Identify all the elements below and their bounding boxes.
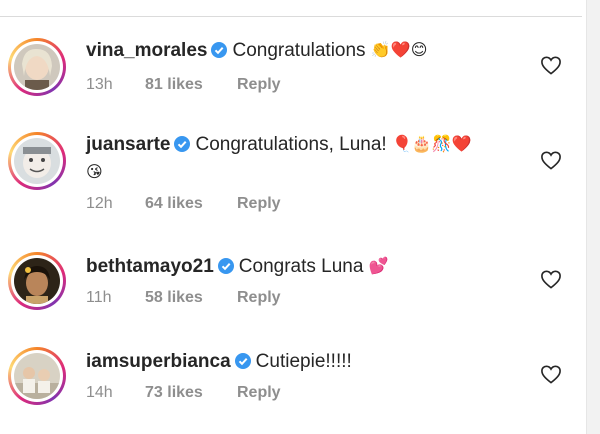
verified-badge-icon (234, 353, 251, 369)
heart-outline-icon[interactable] (540, 269, 562, 289)
avatar[interactable] (8, 347, 66, 405)
comment-timestamp[interactable]: 12h (86, 195, 145, 213)
verified-badge-icon (217, 258, 234, 274)
comment-text: Cutiepie!!!!! (255, 351, 352, 372)
comment-emoji: 💕 (368, 258, 389, 275)
comment-likes[interactable]: 81 likes (145, 76, 237, 94)
heart-outline-icon[interactable] (540, 55, 562, 75)
comment-username[interactable]: bethtamayo21 (86, 256, 214, 277)
heart-outline-icon[interactable] (540, 364, 562, 384)
comment-emoji: 🎈🎂🎊❤️ (391, 136, 472, 153)
heart-outline-icon[interactable] (540, 150, 562, 170)
reply-button[interactable]: Reply (237, 384, 281, 402)
comment-timestamp[interactable]: 14h (86, 384, 145, 402)
comment-emoji: 👏❤️😊 (370, 42, 428, 59)
comment-timestamp[interactable]: 11h (86, 289, 145, 307)
avatar[interactable] (8, 132, 66, 190)
comment-text: Congratulations, Luna! (195, 134, 387, 155)
comment-username[interactable]: juansarte (86, 134, 170, 155)
top-divider (0, 16, 582, 17)
reply-button[interactable]: Reply (237, 76, 281, 94)
reply-button[interactable]: Reply (237, 289, 281, 307)
comment-timestamp[interactable]: 13h (86, 76, 145, 94)
verified-badge-icon (211, 42, 228, 58)
avatar[interactable] (8, 38, 66, 96)
avatar[interactable] (8, 252, 66, 310)
comment-text: Congrats Luna (238, 256, 364, 277)
comment-text: Congratulations (232, 40, 366, 61)
scrollbar-track[interactable] (586, 0, 600, 434)
comment-likes[interactable]: 64 likes (145, 195, 237, 213)
comment-username[interactable]: iamsuperbianca (86, 351, 231, 372)
comment-likes[interactable]: 73 likes (145, 384, 237, 402)
comment-emoji-continued: 😘 (86, 164, 103, 181)
comment-likes[interactable]: 58 likes (145, 289, 237, 307)
comment-username[interactable]: vina_morales (86, 40, 207, 61)
reply-button[interactable]: Reply (237, 195, 281, 213)
verified-badge-icon (174, 136, 191, 152)
